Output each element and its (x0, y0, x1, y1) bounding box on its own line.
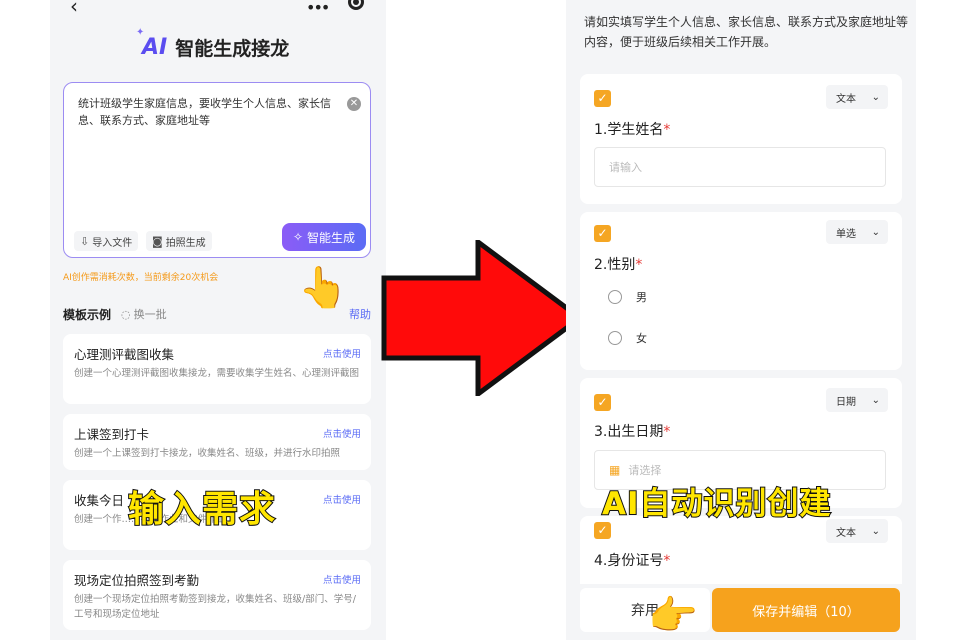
field-type-select[interactable]: 日期 ⌄ (826, 388, 888, 412)
radio-option-female[interactable]: 女 (608, 330, 647, 346)
use-template-link[interactable]: 点击使用 (323, 572, 361, 586)
radio-circle[interactable] (608, 290, 622, 304)
template-name: 现场定位拍照签到考勤 (74, 573, 200, 588)
template-desc: 创建一个上课签到打卡接龙，收集姓名、班级，并进行水印拍照 (74, 448, 341, 459)
caption-input-requirement: 输入需求 (127, 488, 277, 531)
pointing-hand-icon: 👆 (298, 265, 348, 311)
ai-generate-screen: ‹ ••• ✦ AI 智能生成接龙 统计班级学生家庭信息，要收学生个人信息、家长信… (50, 0, 386, 640)
page-title-text: 智能生成接龙 (175, 37, 290, 60)
page-title: ✦ AI 智能生成接龙 (136, 26, 290, 62)
requirement-input[interactable]: 统计班级学生家庭信息，要收学生个人信息、家长信息、联系方式、家庭地址等 ✕ ⇩ … (63, 82, 371, 258)
tutorial-image: ‹ ••• ✦ AI 智能生成接龙 统计班级学生家庭信息，要收学生个人信息、家长信… (0, 0, 960, 640)
target-icon[interactable] (348, 0, 364, 10)
template-name: 心理测评截图收集 (74, 347, 175, 362)
calendar-icon: ▦ (609, 463, 621, 477)
sparkle-icon: ✧ (292, 230, 304, 244)
camera-icon: ◙ (152, 234, 163, 248)
refresh-icon: ◌ (121, 307, 131, 321)
back-icon[interactable]: ‹ (70, 0, 78, 18)
top-bar: ‹ ••• (50, 0, 386, 20)
chevron-down-icon: ⌄ (871, 525, 880, 537)
save-and-edit-button[interactable]: 保存并编辑（10） (712, 588, 900, 632)
name-input[interactable]: 请输入 (594, 147, 886, 187)
ai-logo: ✦ AI (136, 26, 168, 60)
field-label: 3.出生日期* (594, 424, 671, 440)
clear-icon[interactable]: ✕ (347, 97, 361, 111)
checkbox-icon[interactable]: ✓ (594, 90, 611, 107)
import-file-button[interactable]: ⇩ 导入文件 (74, 231, 139, 251)
form-preview-screen: 请如实填写学生个人信息、家长信息、联系方式及家庭地址等内容，便于班级后续相关工作… (566, 0, 916, 640)
template-card[interactable]: 上课签到打卡 点击使用 创建一个上课签到打卡接龙，收集姓名、班级，并进行水印拍照 (63, 414, 371, 470)
template-desc: 创建一个现场定位拍照考勤签到接龙，收集姓名、班级/部门、学号/工号和现场定位地址 (74, 594, 356, 620)
photo-generate-button[interactable]: ◙ 拍照生成 (146, 231, 212, 251)
template-section-title: 模板示例 (63, 307, 112, 322)
chevron-down-icon: ⌄ (871, 394, 880, 406)
template-card[interactable]: 心理测评截图收集 点击使用 创建一个心理测评截图收集接龙，需要收集学生姓名、心理… (63, 334, 371, 404)
field-label: 2.性别* (594, 257, 643, 273)
form-intro: 请如实填写学生个人信息、家长信息、联系方式及家庭地址等内容，便于班级后续相关工作… (584, 15, 909, 49)
field-label: 1.学生姓名* (594, 122, 671, 138)
template-desc: 创建一个心理测评截图收集接龙，需要收集学生姓名、心理测评截图 (74, 368, 360, 379)
bottom-action-bar: 弃用 保存并编辑（10） (566, 584, 916, 640)
sparkle-icon: ✦ (136, 26, 145, 38)
requirement-input-text[interactable]: 统计班级学生家庭信息，要收学生个人信息、家长信息、联系方式、家庭地址等 (78, 95, 340, 129)
field-type-select[interactable]: 单选 ⌄ (826, 220, 888, 244)
form-field-card: ✓ 文本 ⌄ 1.学生姓名* 请输入 (580, 74, 902, 204)
caption-ai-auto-create: AI自动识别创建 (601, 485, 832, 523)
chevron-down-icon: ⌄ (871, 91, 880, 103)
use-template-link[interactable]: 点击使用 (323, 492, 361, 506)
use-template-link[interactable]: 点击使用 (323, 346, 361, 360)
form-field-card: ✓ 单选 ⌄ 2.性别* 男 女 (580, 212, 902, 370)
use-template-link[interactable]: 点击使用 (323, 426, 361, 440)
field-type-select[interactable]: 文本 ⌄ (826, 519, 888, 543)
chevron-down-icon: ⌄ (871, 226, 880, 238)
refresh-button[interactable]: ◌ 换一批 (121, 306, 167, 322)
red-arrow (381, 240, 585, 396)
quota-notice: AI创作需消耗次数，当前剩余20次机会 (63, 273, 219, 283)
pointing-hand-icon: 👉 (648, 593, 698, 639)
field-label: 4.身份证号* (594, 553, 671, 569)
template-name: 收集今日 (74, 493, 125, 508)
checkbox-icon[interactable]: ✓ (594, 394, 611, 411)
field-type-select[interactable]: 文本 ⌄ (826, 85, 888, 109)
radio-option-male[interactable]: 男 (608, 289, 647, 305)
smart-generate-button[interactable]: ✧ 智能生成 (282, 223, 366, 251)
template-name: 上课签到打卡 (74, 427, 150, 442)
more-icon[interactable]: ••• (306, 0, 330, 17)
checkbox-icon[interactable]: ✓ (594, 225, 611, 242)
checkbox-icon[interactable]: ✓ (594, 522, 611, 539)
template-card[interactable]: 现场定位拍照签到考勤 点击使用 创建一个现场定位拍照考勤签到接龙，收集姓名、班级… (63, 560, 371, 630)
help-link[interactable]: 帮助 (349, 306, 371, 322)
radio-circle[interactable] (608, 331, 622, 345)
import-file-icon: ⇩ (80, 234, 90, 248)
